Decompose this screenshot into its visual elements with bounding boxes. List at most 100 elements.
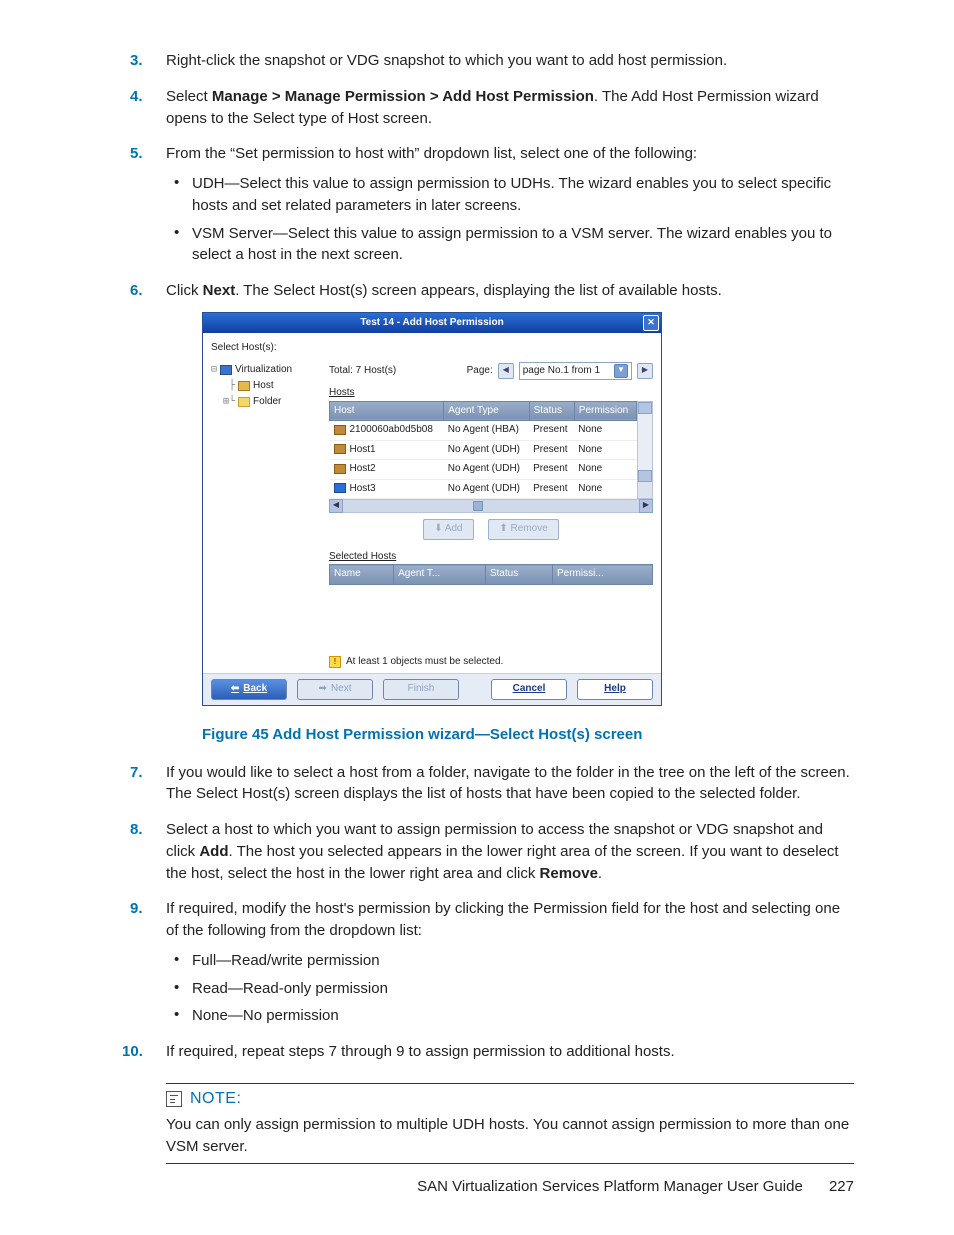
step-7: If you would like to select a host from … — [130, 762, 854, 806]
arrow-left-icon: ⬅ — [231, 682, 239, 697]
host-icon — [334, 464, 346, 474]
next-button[interactable]: ➡Next — [297, 679, 373, 700]
host-icon — [334, 444, 346, 454]
pager: Total: 7 Host(s) Page: ◀ page No.1 from … — [329, 362, 653, 381]
step-bold: Manage > Manage Permission > Add Host Pe… — [212, 88, 594, 105]
divider — [166, 1083, 854, 1084]
step-text: Right-click the snapshot or VDG snapshot… — [166, 52, 727, 69]
note-text: You can only assign permission to multip… — [166, 1114, 854, 1158]
footer-page-number: 227 — [829, 1178, 854, 1195]
note-icon — [166, 1091, 182, 1107]
table-row[interactable]: Host1 No Agent (UDH) Present None — [330, 440, 637, 460]
col-host[interactable]: Host — [330, 401, 444, 421]
step-5: From the “Set permission to host with” d… — [130, 143, 854, 266]
bullet-text: UDH—Select this value to assign permissi… — [192, 175, 831, 214]
hosts-table[interactable]: Host Agent Type Status Permission 210006… — [329, 401, 637, 500]
page-prev-button[interactable]: ◀ — [498, 363, 514, 379]
selected-hosts-table[interactable]: Name Agent T... Status Permissi... — [329, 564, 653, 585]
step-4: Select Manage > Manage Permission > Add … — [130, 86, 854, 130]
arrow-right-icon: ➡ — [319, 682, 327, 697]
scroll-up-button[interactable] — [638, 402, 652, 414]
note-heading: NOTE: — [166, 1090, 854, 1108]
cell: Present — [529, 421, 574, 441]
table-row[interactable]: Host2 No Agent (UDH) Present None — [330, 460, 637, 480]
cancel-button[interactable]: Cancel — [491, 679, 567, 700]
step-text: If required, modify the host's permissio… — [166, 900, 840, 939]
tree-root[interactable]: ⊟Virtualization — [211, 362, 319, 378]
host-tree[interactable]: ⊟Virtualization ├Host ⊞└Folder — [211, 362, 319, 670]
tree-folder[interactable]: ⊞└Folder — [223, 394, 319, 410]
table-row[interactable]: Host3 No Agent (UDH) Present None — [330, 479, 637, 499]
wizard-footer: ⬅Back ➡Next Finish Cancel Help — [203, 673, 661, 705]
validation-warning: ! At least 1 objects must be selected. — [329, 655, 653, 670]
cell: No Agent (UDH) — [444, 479, 529, 499]
cell: Host1 — [350, 444, 376, 455]
step-text: If you would like to select a host from … — [166, 764, 850, 803]
cell: Present — [529, 460, 574, 480]
bullet-vsm: VSM Server—Select this value to assign p… — [174, 223, 854, 267]
tree-label: Host — [253, 378, 274, 394]
scroll-left-button[interactable]: ◀ — [329, 499, 343, 513]
scroll-down-button[interactable] — [638, 470, 652, 482]
tree-host[interactable]: ├Host — [229, 378, 319, 394]
step-9: If required, modify the host's permissio… — [130, 898, 854, 1027]
cell: None — [574, 421, 636, 441]
step-text: . The host you selected appears in the l… — [166, 843, 839, 882]
cell: None — [574, 479, 636, 499]
col-permission[interactable]: Permissi... — [552, 565, 652, 585]
col-status[interactable]: Status — [529, 401, 574, 421]
wizard-figure: Test 14 - Add Host Permission ✕ Select H… — [202, 312, 854, 706]
finish-button[interactable]: Finish — [383, 679, 459, 700]
page-next-button[interactable]: ▶ — [637, 363, 653, 379]
cell: 2100060ab0d5b08 — [350, 424, 433, 435]
wizard-titlebar: Test 14 - Add Host Permission ✕ — [203, 313, 661, 334]
tree-label: Virtualization — [235, 362, 292, 378]
bullet-udh: UDH—Select this value to assign permissi… — [174, 173, 854, 217]
step-bold: Remove — [540, 865, 598, 882]
hosts-section-label: Hosts — [329, 386, 653, 401]
step-3: Right-click the snapshot or VDG snapshot… — [130, 50, 854, 72]
cell: None — [574, 440, 636, 460]
col-status[interactable]: Status — [485, 565, 552, 585]
select-hosts-label: Select Host(s): — [211, 341, 653, 356]
scroll-track[interactable] — [638, 414, 652, 470]
cell: No Agent (UDH) — [444, 460, 529, 480]
host-icon — [238, 381, 250, 391]
document-page: Right-click the snapshot or VDG snapshot… — [0, 0, 954, 1235]
hosts-pane: Total: 7 Host(s) Page: ◀ page No.1 from … — [329, 362, 653, 670]
note-block: NOTE: You can only assign permission to … — [166, 1083, 854, 1165]
bullet-text: Read—Read-only permission — [192, 980, 388, 997]
cell: No Agent (UDH) — [444, 440, 529, 460]
wizard-window: Test 14 - Add Host Permission ✕ Select H… — [202, 312, 662, 706]
page-select-value: page No.1 from 1 — [523, 364, 600, 379]
horizontal-scrollbar[interactable]: ◀ ▶ — [329, 499, 653, 513]
bullet-text: None—No permission — [192, 1007, 339, 1024]
chevron-down-icon: ▼ — [614, 364, 628, 378]
scroll-right-button[interactable]: ▶ — [639, 499, 653, 513]
folder-icon — [238, 397, 250, 407]
cell: Present — [529, 440, 574, 460]
close-icon[interactable]: ✕ — [643, 315, 659, 331]
page-select[interactable]: page No.1 from 1 ▼ — [519, 362, 632, 381]
bullet-read: Read—Read-only permission — [174, 978, 854, 1000]
col-name[interactable]: Name — [330, 565, 394, 585]
steps-list: Right-click the snapshot or VDG snapshot… — [130, 50, 854, 1063]
cell: No Agent (HBA) — [444, 421, 529, 441]
wizard-body: Select Host(s): ⊟Virtualization ├Host — [203, 333, 661, 673]
cell: Host2 — [350, 463, 376, 474]
vertical-scrollbar[interactable] — [637, 401, 653, 500]
back-button[interactable]: ⬅Back — [211, 679, 287, 700]
h-scroll-track[interactable] — [343, 499, 639, 513]
step-bold: Add — [199, 843, 228, 860]
add-button[interactable]: ⬇ Add — [423, 519, 473, 540]
selected-hosts-label: Selected Hosts — [329, 550, 653, 565]
remove-button[interactable]: ⬆ Remove — [488, 519, 558, 540]
col-agent[interactable]: Agent T... — [394, 565, 486, 585]
bullet-full: Full—Read/write permission — [174, 950, 854, 972]
help-button[interactable]: Help — [577, 679, 653, 700]
h-scroll-thumb[interactable] — [473, 501, 483, 511]
step-8: Select a host to which you want to assig… — [130, 819, 854, 884]
col-agent[interactable]: Agent Type — [444, 401, 529, 421]
table-row[interactable]: 2100060ab0d5b08 No Agent (HBA) Present N… — [330, 421, 637, 441]
col-permission[interactable]: Permission — [574, 401, 636, 421]
